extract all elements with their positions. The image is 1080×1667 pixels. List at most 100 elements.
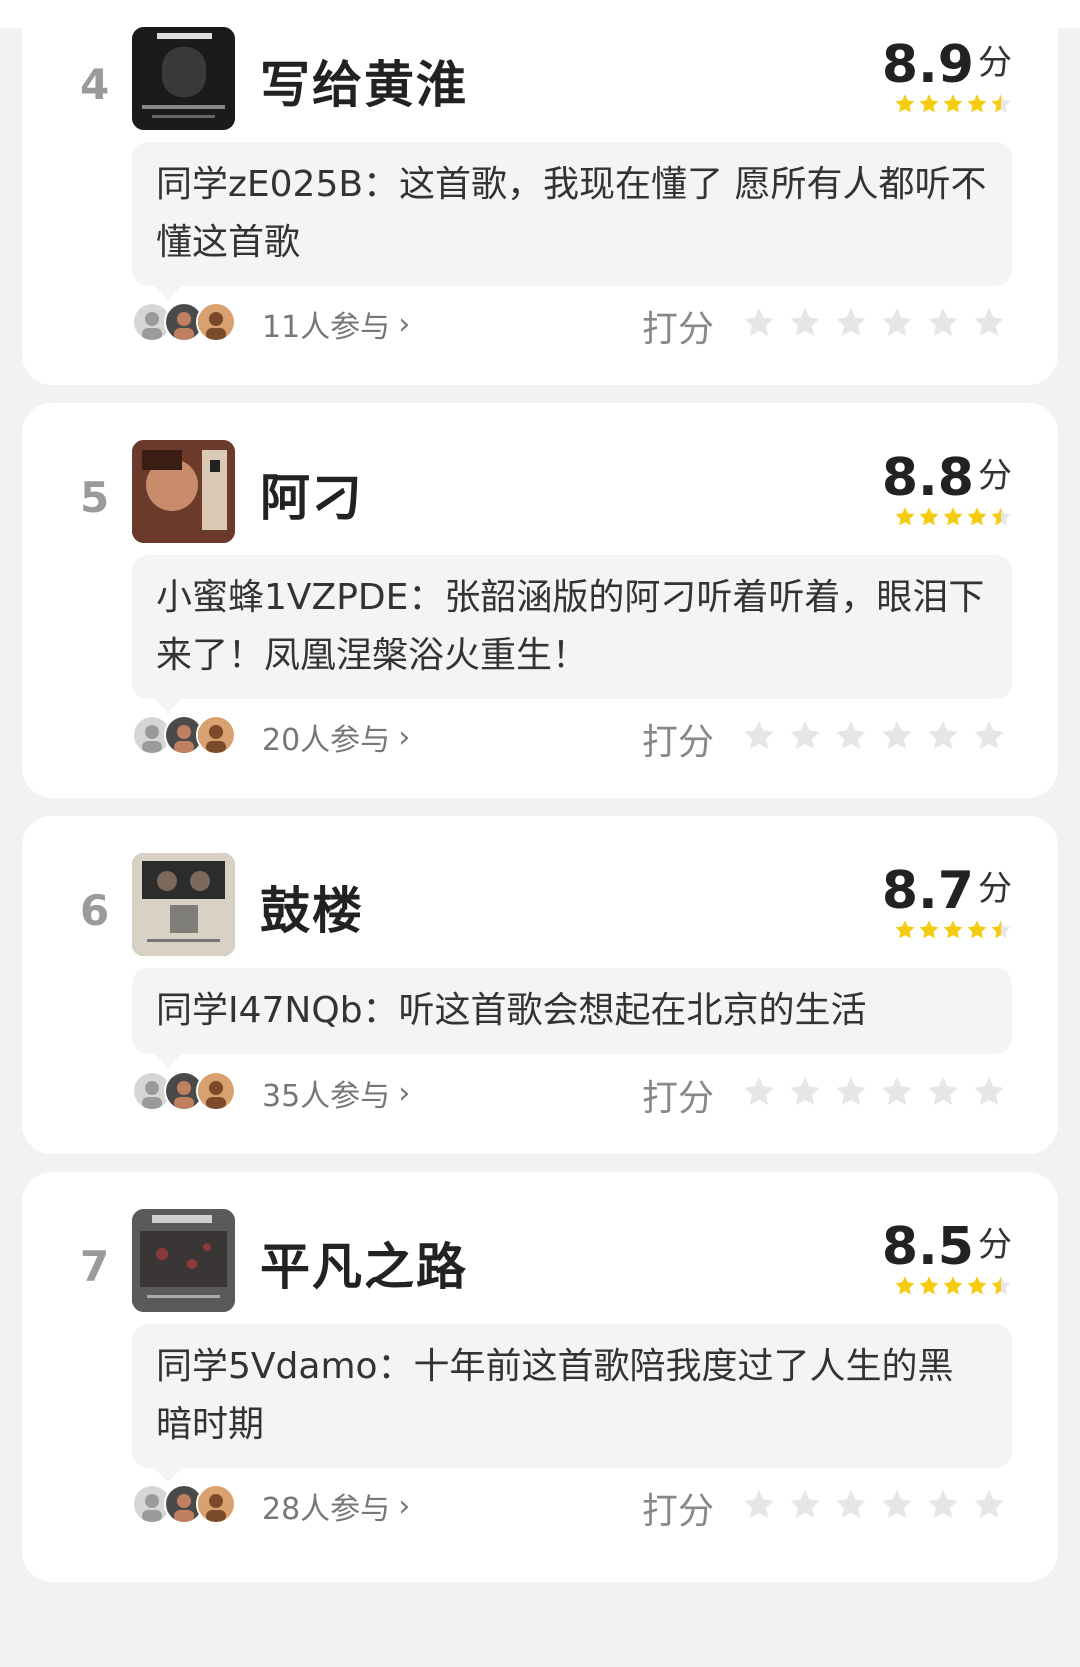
participants-link[interactable]: 20人参与 ›: [262, 715, 410, 759]
star-icon: [991, 1276, 1011, 1295]
participants-link[interactable]: 11人参与 ›: [262, 302, 410, 346]
star-icon: [967, 507, 987, 526]
top-comment[interactable]: 小蜜蜂1VZPDE：张韶涵版的阿刁听着听着，眼泪下来了！凤凰涅槃浴火重生！: [132, 555, 1012, 713]
score-value: 8.8: [881, 448, 974, 508]
score-stars: [894, 506, 1012, 528]
star-icon: [919, 507, 939, 526]
star-icon: [895, 507, 915, 526]
star-outline-icon[interactable]: [834, 306, 868, 340]
top-comment[interactable]: 同学5Vdamo：十年前这首歌陪我度过了人生的黑暗时期: [132, 1324, 1012, 1482]
participants-count: 11人参与: [262, 310, 391, 345]
song-title[interactable]: 写给黄淮: [260, 45, 468, 117]
star-icon: [895, 94, 915, 113]
score-unit: 分: [978, 1225, 1012, 1265]
star-icon: [943, 507, 963, 526]
album-cover[interactable]: [132, 440, 235, 543]
star-outline-icon[interactable]: [926, 306, 960, 340]
chevron-right-icon: ›: [398, 306, 411, 342]
score: 8.9 分: [882, 35, 1012, 95]
star-outline-icon[interactable]: [880, 306, 914, 340]
top-comment[interactable]: 同学zE025B：这首歌，我现在懂了 愿所有人都听不懂这首歌: [132, 142, 1012, 300]
rank-number: 6: [80, 886, 110, 935]
star-icon: [967, 920, 987, 939]
score-stars: [894, 919, 1012, 941]
rank-number: 5: [80, 473, 110, 522]
star-outline-icon[interactable]: [972, 1488, 1006, 1522]
star-icon: [991, 94, 1011, 113]
score-stars: [894, 1275, 1012, 1297]
score-value: 8.7: [881, 861, 974, 921]
star-icon: [895, 1276, 915, 1295]
song-card[interactable]: 6 鼓楼 8.7 分 同学I47NQb：听这首歌会想起在北京的生活 35人参与 › …: [22, 816, 1058, 1154]
star-icon: [919, 920, 939, 939]
participant-avatars[interactable]: [132, 715, 236, 755]
participant-avatars[interactable]: [132, 1484, 236, 1524]
album-cover[interactable]: [132, 853, 235, 956]
star-outline-icon[interactable]: [788, 306, 822, 340]
star-outline-icon[interactable]: [972, 719, 1006, 753]
star-outline-icon[interactable]: [880, 719, 914, 753]
star-outline-icon[interactable]: [788, 719, 822, 753]
avatar: [196, 1071, 236, 1111]
star-outline-icon[interactable]: [742, 1075, 776, 1109]
rating-input[interactable]: [742, 1075, 1006, 1109]
song-card[interactable]: 7 平凡之路 8.5 分 同学5Vdamo：十年前这首歌陪我度过了人生的黑暗时期 …: [22, 1172, 1058, 1582]
star-outline-icon[interactable]: [788, 1488, 822, 1522]
star-outline-icon[interactable]: [742, 719, 776, 753]
chevron-right-icon: ›: [398, 719, 411, 755]
rating-input[interactable]: [742, 719, 1006, 753]
album-cover[interactable]: [132, 27, 235, 130]
star-outline-icon[interactable]: [834, 1488, 868, 1522]
rating-input[interactable]: [742, 1488, 1006, 1522]
participants-link[interactable]: 35人参与 ›: [262, 1071, 410, 1115]
star-icon: [943, 920, 963, 939]
star-outline-icon[interactable]: [926, 1488, 960, 1522]
song-card[interactable]: 4 写给黄淮 8.9 分 同学zE025B：这首歌，我现在懂了 愿所有人都听不懂这…: [22, 0, 1058, 385]
star-icon: [991, 920, 1011, 939]
star-outline-icon[interactable]: [742, 1488, 776, 1522]
score-unit: 分: [978, 456, 1012, 496]
rate-label: 打分: [642, 309, 715, 350]
album-cover[interactable]: [132, 1209, 235, 1312]
song-title[interactable]: 鼓楼: [260, 871, 364, 943]
top-comment[interactable]: 同学I47NQb：听这首歌会想起在北京的生活: [132, 968, 1012, 1068]
participants-count: 28人参与: [262, 1492, 391, 1527]
star-icon: [943, 94, 963, 113]
star-icon: [991, 507, 1011, 526]
score-value: 8.9: [881, 35, 974, 95]
rank-number: 4: [80, 60, 110, 109]
star-outline-icon[interactable]: [880, 1488, 914, 1522]
star-outline-icon[interactable]: [972, 1075, 1006, 1109]
song-title[interactable]: 平凡之路: [260, 1227, 468, 1299]
avatar: [196, 302, 236, 342]
chevron-right-icon: ›: [398, 1488, 411, 1524]
song-card[interactable]: 5 阿刁 8.8 分 小蜜蜂1VZPDE：张韶涵版的阿刁听着听着，眼泪下来了！凤凰…: [22, 403, 1058, 798]
star-outline-icon[interactable]: [972, 306, 1006, 340]
avatar: [196, 1484, 236, 1524]
star-outline-icon[interactable]: [834, 1075, 868, 1109]
participant-avatars[interactable]: [132, 1071, 236, 1111]
star-icon: [919, 1276, 939, 1295]
star-icon: [967, 94, 987, 113]
rate-label: 打分: [642, 1491, 715, 1532]
star-outline-icon[interactable]: [742, 306, 776, 340]
score: 8.8 分: [882, 448, 1012, 508]
star-icon: [943, 1276, 963, 1295]
star-icon: [919, 94, 939, 113]
score-stars: [894, 93, 1012, 115]
participants-count: 35人参与: [262, 1079, 391, 1114]
star-outline-icon[interactable]: [788, 1075, 822, 1109]
star-outline-icon[interactable]: [834, 719, 868, 753]
star-outline-icon[interactable]: [926, 719, 960, 753]
star-outline-icon[interactable]: [880, 1075, 914, 1109]
song-title[interactable]: 阿刁: [260, 458, 364, 530]
score-value: 8.5: [881, 1217, 974, 1277]
score: 8.7 分: [882, 861, 1012, 921]
participant-avatars[interactable]: [132, 302, 236, 342]
star-outline-icon[interactable]: [926, 1075, 960, 1109]
score-unit: 分: [978, 43, 1012, 83]
rating-input[interactable]: [742, 306, 1006, 340]
participants-count: 20人参与: [262, 723, 391, 758]
participants-link[interactable]: 28人参与 ›: [262, 1484, 410, 1528]
star-icon: [895, 920, 915, 939]
